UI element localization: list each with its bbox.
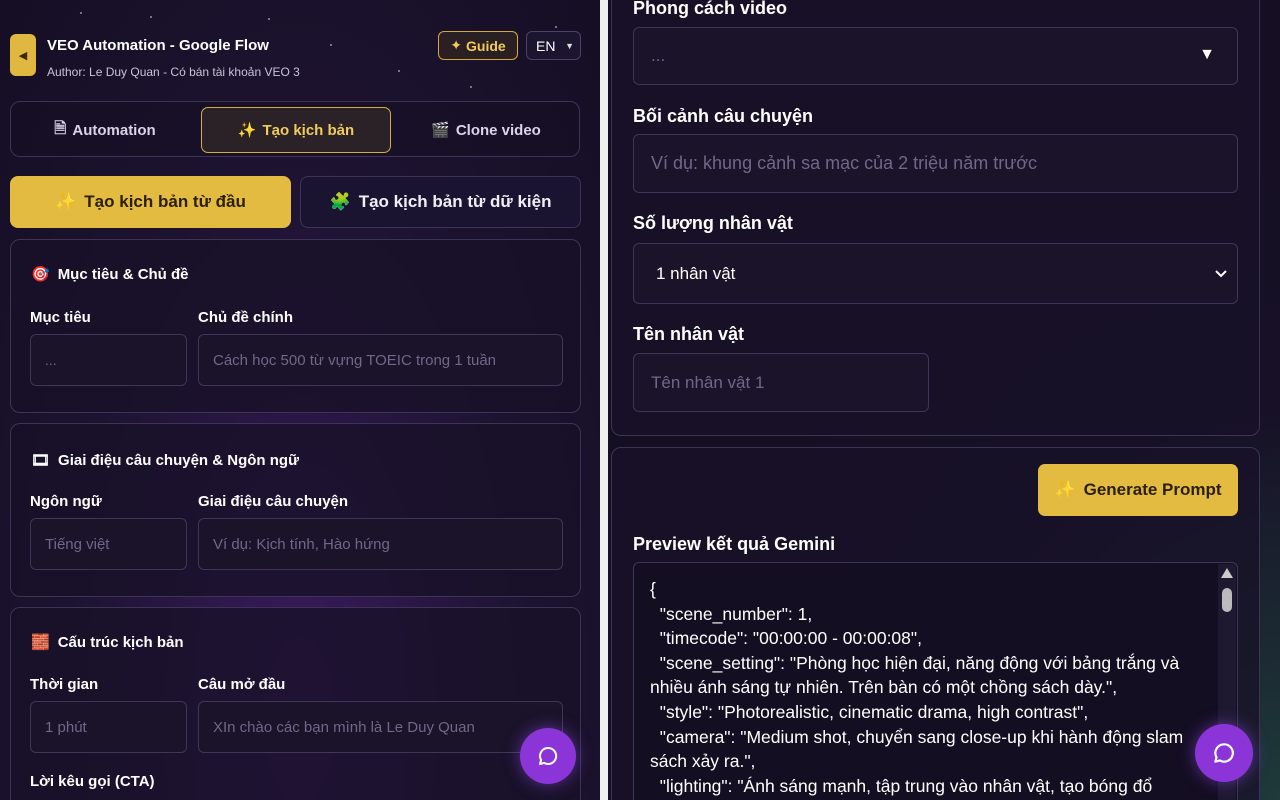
chat-bubble-icon (539, 746, 558, 765)
document-icon: 🗎 (54, 119, 67, 137)
character-name-label: Tên nhân vật (633, 324, 745, 344)
tab-automation[interactable]: 🗎 Automation (15, 107, 195, 153)
goal-label: Mục tiêu (30, 309, 91, 326)
tab-create-script[interactable]: ✨ Tạo kịch bản (201, 107, 391, 153)
preview-text: { "scene_number": 1, "timecode": "00:00:… (650, 579, 1184, 796)
character-count-value: 1 nhân vật (656, 263, 736, 283)
generate-prompt-button[interactable]: ✨ Generate Prompt (1038, 464, 1238, 516)
mode-label: Tạo kịch bản từ đầu (84, 192, 246, 211)
context-input[interactable]: Ví dụ: khung cảnh sa mạc của 2 triệu năm… (633, 134, 1238, 193)
character-name-input[interactable]: Tên nhân vật 1 (633, 353, 929, 412)
character-count-label: Số lượng nhân vật (633, 213, 793, 233)
scroll-up-arrow-icon[interactable] (1221, 568, 1233, 578)
preview-output[interactable]: { "scene_number": 1, "timecode": "00:00:… (633, 562, 1238, 800)
tone-input[interactable]: Ví dụ: Kịch tính, Hào hứng (198, 518, 563, 570)
chat-button[interactable] (1195, 724, 1253, 782)
chevron-left-icon: ◀ (18, 49, 28, 62)
goal-section: 🎯 Mục tiêu & Chủ đề Mục tiêu ... Chủ đề … (10, 239, 581, 413)
section-title: 🎞 Giai điệu câu chuyện & Ngôn ngữ (31, 451, 299, 470)
section-title-text: Mục tiêu & Chủ đề (57, 265, 189, 283)
section-title-text: Cấu trúc kịch bản (57, 633, 184, 651)
tab-label: Automation (72, 121, 156, 139)
chevron-down-icon (1215, 270, 1227, 278)
tone-section: 🎞 Giai điệu câu chuyện & Ngôn ngữ Ngôn n… (10, 423, 581, 597)
section-title-text: Giai điệu câu chuyện & Ngôn ngữ (58, 451, 299, 469)
chat-bubble-icon (1214, 743, 1234, 763)
film-icon: 🎞 (31, 452, 51, 469)
character-count-select[interactable]: 1 nhân vật (633, 243, 1238, 304)
target-icon: 🎯 (31, 266, 50, 283)
panel-separator (600, 0, 608, 800)
scroll-thumb[interactable] (1222, 588, 1232, 612)
sparkles-icon: ✨ (55, 192, 77, 211)
caret-down-icon: ▼ (1199, 46, 1215, 63)
language-label: Ngôn ngữ (30, 493, 102, 510)
caret-down-icon: ▼ (565, 41, 574, 51)
section-title: 🧱 Cấu trúc kịch bản (31, 633, 184, 652)
left-panel: ◀ VEO Automation - Google Flow Author: L… (0, 0, 600, 800)
right-panel: Phong cách video ... ▼ Bối cảnh câu chuy… (608, 0, 1280, 800)
sparkles-icon: ✨ (237, 122, 257, 139)
create-from-data-button[interactable]: 🧩 Tạo kịch bản từ dữ kiện (300, 176, 581, 228)
tab-label: Tạo kịch bản (262, 121, 355, 139)
app-author: Author: Le Duy Quan - Có bán tài khoản V… (47, 65, 300, 79)
cta-label: Lời kêu gọi (CTA) (30, 773, 155, 790)
video-style-value: ... (651, 46, 666, 65)
tab-clone-video[interactable]: 🎬 Clone video (397, 107, 575, 153)
puzzle-icon: 🧩 (329, 192, 351, 211)
sparkle-icon: ✦ (450, 37, 463, 53)
preview-label: Preview kết quả Gemini (633, 534, 836, 554)
video-style-select[interactable]: ... ▼ (633, 27, 1238, 85)
language-input[interactable]: Tiếng việt (30, 518, 187, 570)
tone-label: Giai điệu câu chuyện (198, 493, 349, 510)
topic-input[interactable]: Cách học 500 từ vựng TOEIC trong 1 tuần (198, 334, 563, 386)
mode-label: Tạo kịch bản từ dữ kiện (358, 192, 552, 211)
tab-label: Clone video (455, 121, 541, 139)
opening-input[interactable]: XIn chào các bạn mình là Le Duy Quan (198, 701, 563, 753)
chat-button[interactable] (520, 728, 576, 784)
guide-button[interactable]: ✦ Guide (438, 31, 518, 60)
guide-label: Guide (466, 37, 506, 54)
generate-label: Generate Prompt (1083, 480, 1222, 499)
language-select[interactable]: EN ▼ (526, 31, 581, 60)
main-tabs: 🗎 Automation ✨ Tạo kịch bản 🎬 Clone vide… (10, 101, 580, 157)
collapse-button[interactable]: ◀ (10, 34, 36, 76)
time-label: Thời gian (30, 676, 99, 693)
time-input[interactable]: 1 phút (30, 701, 187, 753)
language-value: EN (536, 37, 556, 54)
bricks-icon: 🧱 (31, 634, 50, 651)
clapper-icon: 🎬 (431, 122, 450, 139)
context-label: Bối cảnh câu chuyện (633, 106, 814, 126)
section-title: 🎯 Mục tiêu & Chủ đề (31, 265, 189, 284)
opening-label: Câu mở đầu (198, 676, 286, 693)
topic-label: Chủ đề chính (198, 309, 293, 326)
goal-select[interactable]: ... (30, 334, 187, 386)
app-title: VEO Automation - Google Flow (47, 37, 269, 54)
video-style-label: Phong cách video (633, 0, 788, 18)
create-from-scratch-button[interactable]: ✨ Tạo kịch bản từ đầu (10, 176, 291, 228)
sparkles-icon: ✨ (1054, 480, 1076, 499)
structure-section: 🧱 Cấu trúc kịch bản Thời gian 1 phút Câu… (10, 607, 581, 800)
